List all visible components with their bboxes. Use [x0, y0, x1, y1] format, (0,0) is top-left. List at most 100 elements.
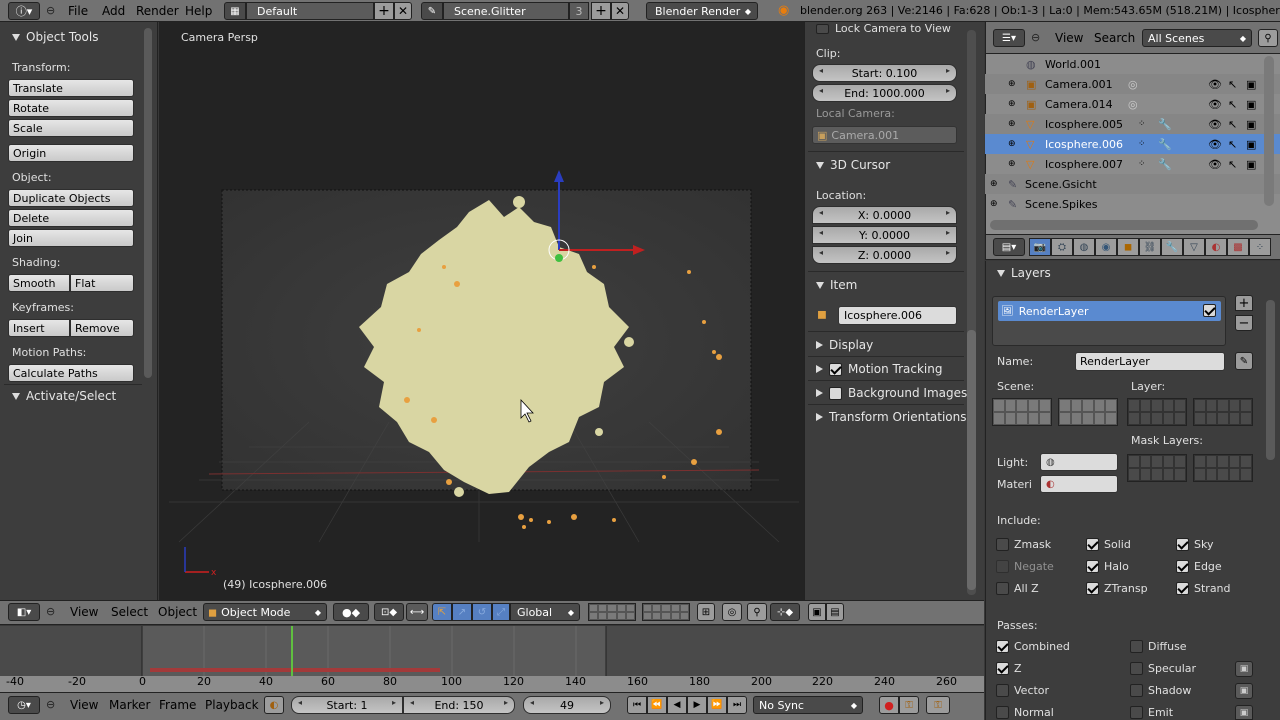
viewport-shading-dropdown[interactable]: ●◆ [333, 603, 369, 621]
zmask-checkbox[interactable] [996, 538, 1009, 551]
render-engine-dropdown[interactable]: Blender Render ◆ [646, 2, 758, 20]
selectability-cursor-icon[interactable]: ↖ [1228, 78, 1237, 91]
outliner-item-camera-001[interactable]: ⊕ ▣ Camera.001 ◎ 👁 ↖ ▣ [986, 74, 1280, 94]
exclude-specular-toggle[interactable]: ▣ [1235, 661, 1253, 677]
tool-shelf-scrollbar[interactable] [144, 28, 152, 378]
proportional-edit-button[interactable]: ◎ [722, 603, 742, 621]
scene-icon[interactable]: ✎ [421, 2, 443, 20]
specular-checkbox[interactable] [1130, 662, 1143, 675]
texture-tab-icon[interactable]: ▩ [1227, 238, 1249, 256]
auto-keyframe-record-button[interactable]: ● [879, 696, 899, 714]
translate-manipulator-button[interactable]: ⇱ [432, 603, 452, 621]
properties-region-scrollbar[interactable] [967, 30, 976, 595]
selectability-cursor-icon[interactable]: ↖ [1228, 158, 1237, 171]
screen-layout-field[interactable]: Default [246, 2, 374, 20]
view3d-menu-view[interactable]: View [70, 605, 98, 619]
collapse-menu-icon[interactable]: ⊖ [46, 605, 55, 618]
expand-plus-icon[interactable]: ⊕ [990, 179, 998, 189]
scrollbar-thumb[interactable] [967, 330, 976, 590]
render-layer-buttons[interactable] [1127, 398, 1187, 426]
view3d-menu-object[interactable]: Object [158, 605, 197, 619]
pass-normal-option[interactable]: Normal [996, 706, 1054, 719]
opengl-render-button[interactable]: ▣ [808, 603, 826, 621]
visibility-eye-icon[interactable]: 👁 [1208, 98, 1222, 111]
render-layers-tab-icon[interactable]: ⛭ [1051, 238, 1073, 256]
timeline-menu-view[interactable]: View [70, 698, 98, 712]
snap-toggle-button[interactable]: ⚲ [747, 603, 767, 621]
expand-plus-icon[interactable]: ⊕ [1008, 159, 1016, 169]
sync-mode-dropdown[interactable]: No Sync ◆ [753, 696, 863, 714]
opengl-animation-button[interactable]: ▤ [826, 603, 844, 621]
include-solid-option[interactable]: Solid [1086, 538, 1131, 551]
pass-diffuse-option[interactable]: Diffuse [1130, 640, 1187, 653]
scene-layers-grid-2[interactable] [642, 603, 690, 621]
visibility-eye-icon[interactable]: 👁 [1208, 118, 1222, 131]
selectability-cursor-icon[interactable]: ↖ [1228, 98, 1237, 111]
menu-add[interactable]: Add [102, 4, 125, 18]
menu-render[interactable]: Render [136, 4, 179, 18]
play-reverse-button[interactable]: ◀ [667, 696, 687, 714]
mask-layer-buttons[interactable] [1127, 454, 1187, 482]
halo-checkbox[interactable] [1086, 560, 1099, 573]
clip-end-field[interactable]: ◂ End: 1000.000 ▸ [812, 84, 957, 102]
world-tab-icon[interactable]: ◉ [1095, 238, 1117, 256]
preview-range-toggle[interactable]: ◐ [264, 696, 284, 714]
background-images-panel-header[interactable]: Background Images [816, 386, 967, 400]
scene-layer-buttons-2[interactable] [1058, 398, 1118, 426]
screen-add-button[interactable]: + [374, 2, 394, 20]
object-tab-icon[interactable]: ◼ [1117, 238, 1139, 256]
selectability-cursor-icon[interactable]: ↖ [1228, 118, 1237, 131]
pivot-point-dropdown[interactable]: ⊡◆ [374, 603, 404, 621]
snap-element-dropdown[interactable]: ⊹◆ [770, 603, 800, 621]
scene-name-field[interactable]: Scene.Glitter [443, 2, 569, 20]
collapse-menu-icon[interactable]: ⊖ [1031, 31, 1040, 44]
particles-tab-icon[interactable]: ⁘ [1249, 238, 1271, 256]
edge-checkbox[interactable] [1176, 560, 1189, 573]
keying-set-button[interactable]: ⚿ [899, 696, 919, 714]
item-panel-header[interactable]: Item [816, 278, 857, 292]
ztransp-checkbox[interactable] [1086, 582, 1099, 595]
render-layer-enabled-checkbox[interactable] [1203, 304, 1216, 317]
add-render-layer-button[interactable]: + [1235, 295, 1253, 311]
visibility-eye-icon[interactable]: 👁 [1208, 158, 1222, 171]
outliner-horizontal-scrollbar[interactable] [990, 220, 1258, 230]
scale-manipulator-button-2[interactable]: ⤢ [492, 603, 510, 621]
solid-checkbox[interactable] [1086, 538, 1099, 551]
data-tab-icon[interactable]: ▽ [1183, 238, 1205, 256]
current-frame-field[interactable]: ◂ 49 ▸ [523, 696, 611, 714]
include-ztransp-option[interactable]: ZTransp [1086, 582, 1148, 595]
insert-keyframe-button[interactable]: Insert [8, 319, 70, 337]
modifiers-tab-icon[interactable]: 🔧 [1161, 238, 1183, 256]
include-strand-option[interactable]: Strand [1176, 582, 1231, 595]
background-images-checkbox[interactable] [829, 386, 842, 400]
allz-checkbox[interactable] [996, 582, 1009, 595]
material-override-field[interactable]: ◐ [1040, 475, 1118, 493]
object-tools-header[interactable]: Object Tools [12, 30, 98, 44]
smooth-button[interactable]: Smooth [8, 274, 70, 292]
sky-checkbox[interactable] [1176, 538, 1189, 551]
transform-orientation-dropdown[interactable]: Global ◆ [510, 603, 580, 621]
screen-remove-button[interactable]: ✕ [394, 2, 412, 20]
include-sky-option[interactable]: Sky [1176, 538, 1213, 551]
cursor-y-field[interactable]: ◂ Y: 0.0000 ▸ [812, 226, 957, 244]
shadow-checkbox[interactable] [1130, 684, 1143, 697]
origin-button[interactable]: Origin [8, 144, 134, 162]
decrement-arrow-icon[interactable]: ◂ [819, 86, 823, 95]
diffuse-checkbox[interactable] [1130, 640, 1143, 653]
use-render-layer-pin-button[interactable]: ✎ [1235, 352, 1253, 370]
pass-vector-option[interactable]: Vector [996, 684, 1049, 697]
properties-scrollbar[interactable] [1266, 300, 1275, 460]
pass-z-option[interactable]: Z [996, 662, 1022, 675]
expand-plus-icon[interactable]: ⊕ [1008, 119, 1016, 129]
renderability-camera-icon[interactable]: ▣ [1246, 78, 1256, 91]
properties-editor-type-button[interactable]: ▤▾ [993, 238, 1025, 256]
renderability-camera-icon[interactable]: ▣ [1246, 138, 1256, 151]
rotate-manipulator-button[interactable]: ↗ [452, 603, 472, 621]
render-layer-buttons-2[interactable] [1193, 398, 1253, 426]
frame-start-field[interactable]: ◂ Start: 1 ▸ [291, 696, 403, 714]
increment-arrow-icon[interactable]: ▸ [946, 86, 950, 95]
duplicate-objects-button[interactable]: Duplicate Objects [8, 189, 134, 207]
emit-checkbox[interactable] [1130, 706, 1143, 719]
view3d-menu-select[interactable]: Select [111, 605, 148, 619]
transform-orientations-panel-header[interactable]: Transform Orientations [816, 410, 967, 424]
